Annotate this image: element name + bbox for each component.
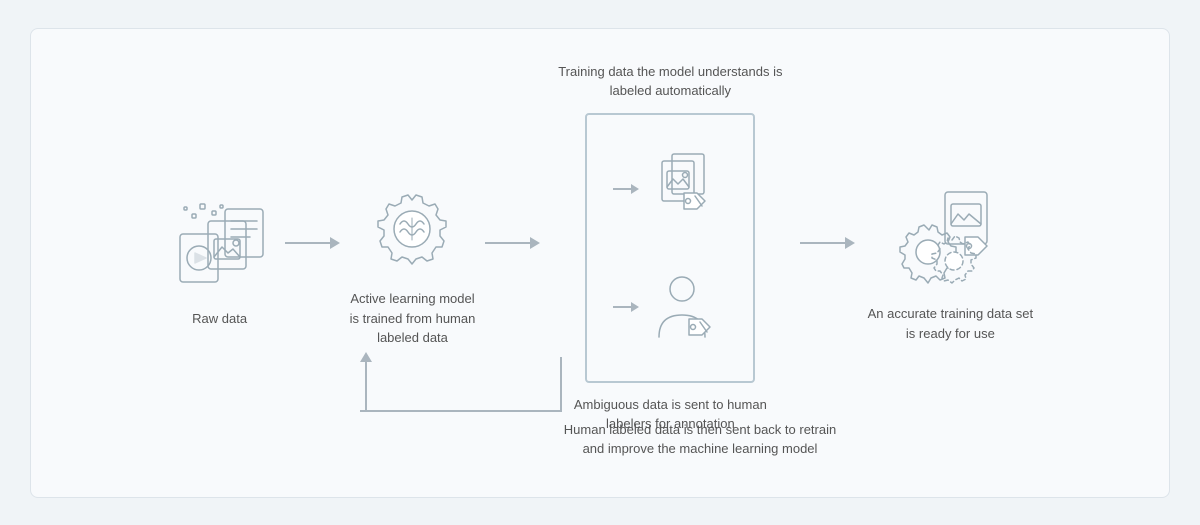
raw-data-icon (165, 197, 275, 297)
step-accurate-data: An accurate training data set is ready f… (865, 182, 1035, 343)
arrow-1 (285, 237, 340, 249)
arrow-2 (485, 237, 540, 249)
feedback-label: Human labeled data is then sent back to … (560, 420, 840, 459)
accurate-data-label: An accurate training data set is ready f… (865, 304, 1035, 343)
step-raw-data: Raw data (165, 197, 275, 329)
accurate-data-icon (890, 182, 1010, 292)
arrow-3 (800, 237, 855, 249)
diagram: Raw data Active l (30, 28, 1170, 498)
auto-labeled-docs-icon (613, 149, 727, 229)
auto-label-text: Training data the model understands is l… (555, 62, 785, 101)
raw-data-label: Raw data (192, 309, 247, 329)
feedback-section: Human labeled data is then sent back to … (590, 412, 910, 459)
step-active-learning: Active learning model is trained from hu… (350, 177, 476, 348)
active-learning-label: Active learning model is trained from hu… (350, 289, 476, 348)
active-learning-icon (357, 177, 467, 277)
human-labeler-icon (613, 267, 727, 347)
